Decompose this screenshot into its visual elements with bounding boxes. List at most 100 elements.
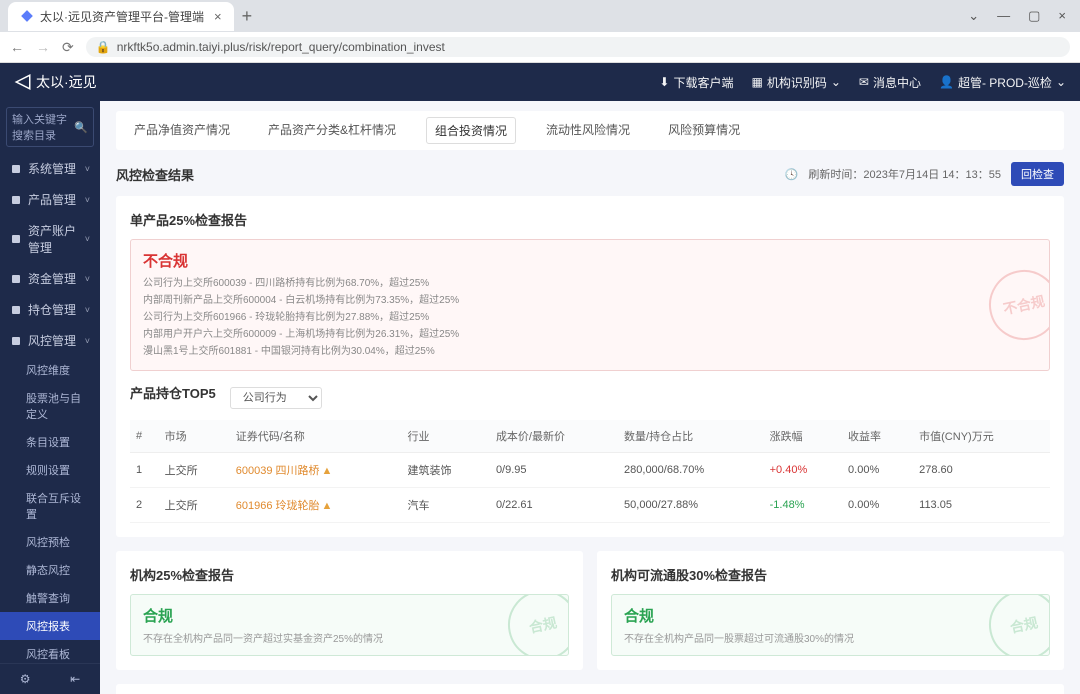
chevron-icon: ˅ bbox=[85, 195, 90, 205]
sidebar-item-风控维度[interactable]: 风控维度 bbox=[0, 356, 100, 384]
recheck-button[interactable]: 回检查 bbox=[1011, 162, 1064, 186]
card-single-25: 单产品25%检查报告 不合规 公司行为上交所600039 - 四川路桥持有比例为… bbox=[116, 196, 1064, 537]
window-controls: ⌄ — ▢ × bbox=[968, 8, 1080, 24]
fail-line: 内部用户开户六上交所600009 - 上海机场持有比例为26.31%，超过25% bbox=[143, 326, 1037, 343]
fail-line: 公司行为上交所600039 - 四川路桥持有比例为68.70%，超过25% bbox=[143, 275, 1037, 292]
url-text: nrkftk5o.admin.taiyi.plus/risk/report_qu… bbox=[117, 40, 445, 54]
download-client[interactable]: ⬇下载客户端 bbox=[659, 74, 733, 91]
col-header: 收益率 bbox=[842, 420, 913, 453]
page-title: 风控检查结果 bbox=[116, 165, 194, 184]
sidebar-item-股票池与自定义[interactable]: 股票池与自定义 bbox=[0, 384, 100, 428]
sidebar: 输入关键字搜索目录🔍 系统管理˅产品管理˅资产账户管理˅资金管理˅持仓管理˅风控… bbox=[0, 101, 100, 694]
card-org-25: 机构25%检查报告 合规 不存在全机构产品同一资产超过实基金资产25%的情况 合… bbox=[116, 551, 583, 670]
subtab-4[interactable]: 风险预算情况 bbox=[660, 117, 748, 144]
org-code[interactable]: ▦机构识别码⌄ bbox=[751, 74, 840, 91]
ok-alert: 合规 不存在全机构产品同一股票超过可流通股30%的情况 合规 bbox=[611, 594, 1050, 656]
top5-header: 产品持仓TOP5 公司行为 bbox=[130, 383, 1050, 412]
col-header: 市场 bbox=[159, 420, 230, 453]
minimize-icon[interactable]: — bbox=[997, 8, 1010, 24]
back-icon[interactable]: ← bbox=[10, 39, 24, 55]
app-logo[interactable]: 太以·远见 bbox=[14, 72, 97, 92]
sidebar-group-资产账户管理[interactable]: 资产账户管理˅ bbox=[0, 215, 100, 263]
chevron-icon: ˅ bbox=[85, 274, 90, 284]
sidebar-group-持仓管理[interactable]: 持仓管理˅ bbox=[0, 294, 100, 325]
close-icon[interactable]: × bbox=[214, 9, 222, 24]
sidebar-group-产品管理[interactable]: 产品管理˅ bbox=[0, 184, 100, 215]
sidebar-item-风控预检[interactable]: 风控预检 bbox=[0, 528, 100, 556]
brand-text: 太以·远见 bbox=[36, 72, 97, 92]
browser-tab[interactable]: 太以·远见资产管理平台-管理端 × bbox=[8, 2, 234, 31]
chevron-down-icon[interactable]: ⌄ bbox=[968, 8, 979, 24]
subtab-3[interactable]: 流动性风险情况 bbox=[538, 117, 638, 144]
behavior-select[interactable]: 公司行为 bbox=[230, 387, 322, 409]
security-link[interactable]: 600039 四川路桥 bbox=[236, 465, 320, 477]
card-title: 单产品25%检查报告 bbox=[130, 210, 1050, 229]
table-row[interactable]: 1 上交所 600039 四川路桥▲ 建筑装饰 0/9.95 280,000/6… bbox=[130, 453, 1050, 488]
card-org-30: 机构可流通股30%检查报告 合规 不存在全机构产品同一股票超过可流通股30%的情… bbox=[597, 551, 1064, 670]
sub-tabs: 产品净值资产情况产品资产分类&杠杆情况组合投资情况流动性风险情况风险预算情况 bbox=[116, 111, 1064, 150]
new-tab-button[interactable]: + bbox=[242, 6, 253, 27]
chevron-icon: ˅ bbox=[85, 164, 90, 174]
ok-alert: 合规 不存在全机构产品同一资产超过实基金资产25%的情况 合规 bbox=[130, 594, 569, 656]
reload-icon[interactable]: ⟳ bbox=[62, 39, 74, 56]
col-header: # bbox=[130, 420, 159, 453]
chevron-icon: ˅ bbox=[85, 234, 90, 244]
app-topbar: 太以·远见 ⬇下载客户端 ▦机构识别码⌄ ✉消息中心 👤超管- PROD-巡检⌄ bbox=[0, 63, 1080, 101]
card-title: 机构25%检查报告 bbox=[130, 565, 569, 584]
sidebar-menu: 系统管理˅产品管理˅资产账户管理˅资金管理˅持仓管理˅风控管理˅风控维度股票池与… bbox=[0, 153, 100, 663]
layers-icon bbox=[10, 304, 22, 316]
warn-icon: ▲ bbox=[322, 465, 333, 477]
tab-bar: 太以·远见资产管理平台-管理端 × + ⌄ — ▢ × bbox=[0, 0, 1080, 32]
card-title: 机构可流通股30%检查报告 bbox=[611, 565, 1050, 584]
sidebar-item-静态风控[interactable]: 静态风控 bbox=[0, 556, 100, 584]
sidebar-item-风控报表[interactable]: 风控报表 bbox=[0, 612, 100, 640]
subtab-0[interactable]: 产品净值资产情况 bbox=[126, 117, 238, 144]
stamp-ok: 合规 bbox=[982, 594, 1050, 656]
address-bar: ← → ⟳ 🔒 nrkftk5o.admin.taiyi.plus/risk/r… bbox=[0, 32, 1080, 62]
gear-icon[interactable]: ⚙ bbox=[20, 672, 31, 686]
url-box[interactable]: 🔒 nrkftk5o.admin.taiyi.plus/risk/report_… bbox=[86, 37, 1070, 57]
browser-chrome: 太以·远见资产管理平台-管理端 × + ⌄ — ▢ × ← → ⟳ 🔒 nrkf… bbox=[0, 0, 1080, 63]
table-row[interactable]: 2 上交所 601966 玲珑轮胎▲ 汽车 0/22.61 50,000/27.… bbox=[130, 488, 1050, 523]
sidebar-item-联合互斥设置[interactable]: 联合互斥设置 bbox=[0, 484, 100, 528]
stamp-ok: 合规 bbox=[501, 594, 569, 656]
close-window-icon[interactable]: × bbox=[1058, 8, 1066, 24]
tab-favicon bbox=[20, 9, 34, 23]
grid-icon bbox=[10, 163, 22, 175]
col-header: 行业 bbox=[401, 420, 489, 453]
col-header: 市值(CNY)万元 bbox=[913, 420, 1050, 453]
logo-icon bbox=[14, 73, 32, 91]
sidebar-item-触警查询[interactable]: 触警查询 bbox=[0, 584, 100, 612]
col-header: 涨跌幅 bbox=[764, 420, 842, 453]
clock-icon: 🕓 bbox=[785, 168, 799, 181]
subtab-1[interactable]: 产品资产分类&杠杆情况 bbox=[260, 117, 404, 144]
subtab-2[interactable]: 组合投资情况 bbox=[426, 117, 516, 144]
sidebar-group-风控管理[interactable]: 风控管理˅ bbox=[0, 325, 100, 356]
fail-line: 漫山黑1号上交所601881 - 中国银河持有比例为30.04%，超过25% bbox=[143, 343, 1037, 360]
sidebar-item-规则设置[interactable]: 规则设置 bbox=[0, 456, 100, 484]
sidebar-group-资金管理[interactable]: 资金管理˅ bbox=[0, 263, 100, 294]
lock-icon: 🔒 bbox=[96, 40, 111, 54]
chevron-icon: ˅ bbox=[85, 336, 90, 346]
sidebar-item-风控看板[interactable]: 风控看板 bbox=[0, 640, 100, 663]
status-badge: 不合规 bbox=[143, 250, 1037, 271]
top5-table: #市场证券代码/名称行业成本价/最新价数量/持仓占比涨跌幅收益率市值(CNY)万… bbox=[130, 420, 1050, 523]
security-link[interactable]: 601966 玲珑轮胎 bbox=[236, 500, 320, 512]
sidebar-group-系统管理[interactable]: 系统管理˅ bbox=[0, 153, 100, 184]
warn-icon: ▲ bbox=[322, 500, 333, 512]
col-header: 证券代码/名称 bbox=[230, 420, 402, 453]
org-switcher[interactable]: 👤超管- PROD-巡检⌄ bbox=[939, 74, 1066, 91]
collapse-icon[interactable]: ⇤ bbox=[70, 672, 80, 686]
fail-line: 内部周刊新产品上交所600004 - 白云机场持有比例为73.35%，超过25% bbox=[143, 292, 1037, 309]
sidebar-item-条目设置[interactable]: 条目设置 bbox=[0, 428, 100, 456]
col-header: 成本价/最新价 bbox=[490, 420, 618, 453]
status-badge: 合规 bbox=[624, 605, 1037, 626]
sidebar-search[interactable]: 输入关键字搜索目录🔍 bbox=[0, 101, 100, 153]
shield-icon bbox=[10, 335, 22, 347]
message-center[interactable]: ✉消息中心 bbox=[859, 74, 921, 91]
col-header: 数量/持仓占比 bbox=[618, 420, 764, 453]
fail-line: 公司行为上交所601966 - 玲珑轮胎持有比例为27.88%，超过25% bbox=[143, 309, 1037, 326]
result-header: 风控检查结果 🕓 刷新时间：2023年7月14日 14：13：55 回检查 bbox=[116, 162, 1064, 186]
status-badge: 合规 bbox=[143, 605, 556, 626]
maximize-icon[interactable]: ▢ bbox=[1028, 8, 1040, 24]
